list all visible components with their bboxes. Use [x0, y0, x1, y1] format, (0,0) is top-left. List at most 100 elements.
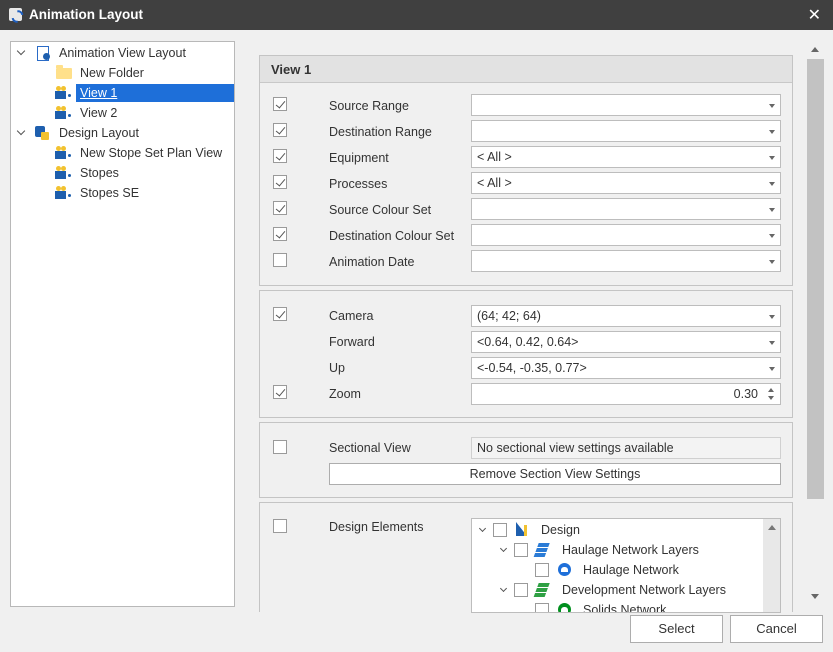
animation-date-dropdown[interactable]	[471, 250, 781, 272]
processes-dropdown[interactable]: < All >	[471, 172, 781, 194]
design-elements-label: Design Elements	[329, 520, 424, 534]
equipment-dropdown[interactable]: < All >	[471, 146, 781, 168]
zoom-value: 0.30	[733, 387, 758, 401]
design-elements-panel: Design Elements Design Haulage Network L…	[259, 502, 793, 613]
dropdown-value: <-0.54, -0.35, 0.77>	[477, 361, 587, 375]
up-dropdown[interactable]: <-0.54, -0.35, 0.77>	[471, 357, 781, 379]
dropdown-value: < All >	[477, 176, 512, 190]
design-tree-label: Design	[541, 523, 580, 537]
destination-range-checkbox[interactable]	[273, 123, 287, 137]
design-tree-label: Development Network Layers	[562, 583, 726, 597]
camera-icon	[55, 165, 70, 181]
chevron-down-icon[interactable]	[16, 46, 26, 56]
chevron-down-icon[interactable]	[478, 524, 487, 533]
chevron-down-icon[interactable]	[499, 544, 508, 553]
tree-node-label: View 2	[80, 106, 118, 120]
tree-node-label: Stopes SE	[80, 186, 140, 200]
source-colour-set-dropdown[interactable]	[471, 198, 781, 220]
processes-label: Processes	[329, 177, 388, 191]
chevron-down-icon[interactable]	[16, 126, 26, 136]
design-elements-tree[interactable]: Design Haulage Network Layers Haulage Ne…	[471, 518, 781, 613]
panel-title: View 1	[260, 56, 792, 83]
design-elements-checkbox[interactable]	[273, 519, 287, 533]
animation-app-icon	[9, 8, 22, 21]
design-tree-label: Haulage Network	[583, 563, 679, 577]
window-title: Animation Layout	[29, 7, 143, 22]
tree-node-label: View 1	[76, 84, 234, 102]
dropdown-arrow-icon	[769, 234, 775, 238]
source-colour-set-label: Source Colour Set	[329, 203, 432, 217]
zoom-checkbox[interactable]	[273, 385, 287, 399]
design-layout-icon	[34, 125, 50, 141]
layers-green-icon	[536, 582, 552, 598]
remove-section-view-button[interactable]: Remove Section View Settings	[329, 463, 781, 485]
forward-dropdown[interactable]: <0.64, 0.42, 0.64>	[471, 331, 781, 353]
dropdown-arrow-icon	[769, 260, 775, 264]
source-range-dropdown[interactable]	[471, 94, 781, 116]
tree-node-label: Stopes	[80, 166, 119, 180]
design-tree-scrollbar[interactable]	[763, 519, 780, 612]
processes-checkbox[interactable]	[273, 175, 287, 189]
chevron-down-icon[interactable]	[499, 584, 508, 593]
design-tree-checkbox[interactable]	[514, 543, 528, 557]
tree-node-label: Animation View Layout	[59, 46, 186, 60]
dropdown-value: < All >	[477, 150, 512, 164]
destination-range-dropdown[interactable]	[471, 120, 781, 142]
zoom-label: Zoom	[329, 387, 361, 401]
dropdown-value: (64; 42; 64)	[477, 309, 541, 323]
sectional-view-checkbox[interactable]	[273, 440, 287, 454]
up-label: Up	[329, 361, 345, 375]
select-button[interactable]: Select	[630, 615, 723, 643]
zoom-spinner[interactable]: 0.30	[471, 383, 781, 405]
cancel-button[interactable]: Cancel	[730, 615, 823, 643]
dropdown-arrow-icon	[769, 156, 775, 160]
spin-up-icon[interactable]	[768, 388, 774, 392]
scroll-down-icon[interactable]	[811, 594, 819, 599]
tree-node-label: New Stope Set Plan View	[80, 146, 223, 160]
animation-layout-icon	[35, 45, 51, 61]
camera-icon	[55, 185, 70, 201]
scroll-up-icon[interactable]	[768, 525, 776, 530]
destination-range-label: Destination Range	[329, 125, 432, 139]
tree-node-label: Design Layout	[59, 126, 139, 140]
spin-down-icon[interactable]	[768, 396, 774, 400]
animation-date-checkbox[interactable]	[273, 253, 287, 267]
design-tree-label: Solids Network	[583, 603, 667, 613]
dropdown-arrow-icon	[769, 182, 775, 186]
source-range-checkbox[interactable]	[273, 97, 287, 111]
close-icon[interactable]: ✕	[808, 5, 821, 25]
camera-dropdown[interactable]: (64; 42; 64)	[471, 305, 781, 327]
dropdown-value: <0.64, 0.42, 0.64>	[477, 335, 579, 349]
dropdown-arrow-icon	[769, 130, 775, 134]
camera-settings-panel: Camera (64; 42; 64) Forward <0.64, 0.42,…	[259, 290, 793, 418]
design-tree-label: Haulage Network Layers	[562, 543, 699, 557]
settings-scrollbar[interactable]	[807, 41, 824, 607]
design-tree-checkbox[interactable]	[493, 523, 507, 537]
destination-colour-set-checkbox[interactable]	[273, 227, 287, 241]
design-tree-checkbox[interactable]	[535, 603, 549, 612]
camera-checkbox[interactable]	[273, 307, 287, 321]
design-icon	[515, 522, 530, 537]
dropdown-arrow-icon	[769, 367, 775, 371]
tree-node-label: New Folder	[80, 66, 144, 80]
source-colour-set-checkbox[interactable]	[273, 201, 287, 215]
tree-node-view-1[interactable]: View 1	[11, 84, 234, 102]
scrollbar-thumb[interactable]	[807, 59, 824, 499]
design-tree-checkbox[interactable]	[514, 583, 528, 597]
equipment-checkbox[interactable]	[273, 149, 287, 163]
dropdown-arrow-icon	[769, 341, 775, 345]
forward-label: Forward	[329, 335, 375, 349]
dropdown-arrow-icon	[769, 104, 775, 108]
animation-date-label: Animation Date	[329, 255, 415, 269]
camera-icon	[55, 85, 70, 101]
design-tree-checkbox[interactable]	[535, 563, 549, 577]
haulage-network-icon	[557, 562, 573, 578]
layout-tree[interactable]: Animation View Layout New Folder View 1 …	[10, 41, 235, 607]
scroll-up-icon[interactable]	[811, 47, 819, 52]
camera-icon	[55, 105, 70, 121]
sectional-view-info: No sectional view settings available	[471, 437, 781, 459]
folder-icon	[56, 65, 72, 79]
title-bar: Animation Layout ✕	[0, 0, 833, 30]
destination-colour-set-dropdown[interactable]	[471, 224, 781, 246]
source-range-label: Source Range	[329, 99, 409, 113]
